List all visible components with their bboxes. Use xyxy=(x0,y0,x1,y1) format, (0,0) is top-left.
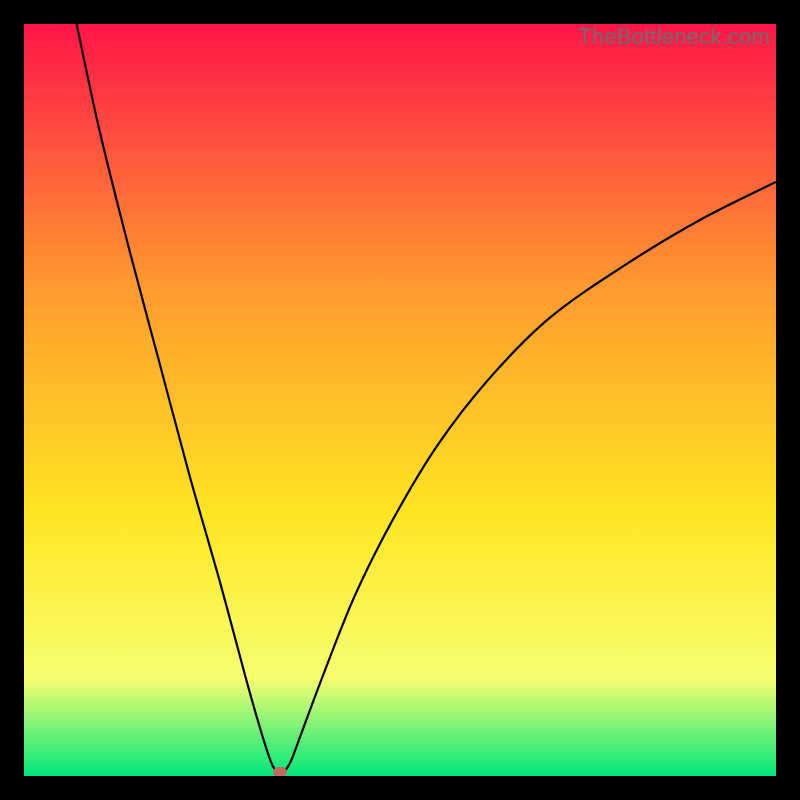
minimum-marker xyxy=(273,767,287,776)
bottleneck-curve xyxy=(24,24,776,776)
chart-frame: TheBottleneck.com xyxy=(24,24,776,776)
plot-area: TheBottleneck.com xyxy=(24,24,776,776)
